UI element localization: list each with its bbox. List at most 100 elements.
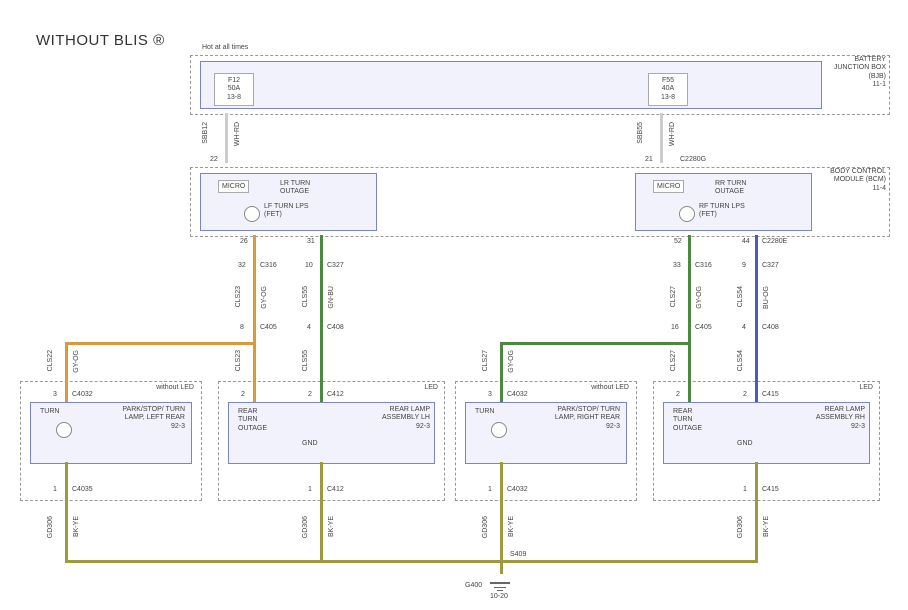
w-box4-in2 bbox=[755, 381, 758, 402]
gd1: GD306 bbox=[47, 516, 55, 538]
gnd4 bbox=[755, 462, 758, 562]
p16: 16 bbox=[671, 324, 679, 332]
c316l: C316 bbox=[260, 262, 277, 270]
splice-l-v1 bbox=[65, 342, 68, 381]
pin-31: 31 bbox=[307, 238, 315, 246]
gyog-b: GY-OG bbox=[696, 286, 704, 309]
c327r: C327 bbox=[762, 262, 779, 270]
ground-symbol-icon bbox=[490, 582, 510, 584]
w-box4-in1 bbox=[688, 381, 691, 402]
splice-r-h bbox=[500, 342, 690, 345]
w-box2-in1 bbox=[253, 381, 256, 402]
box3-turn: TURN bbox=[475, 408, 494, 416]
gnd2 bbox=[320, 462, 323, 562]
s409: S409 bbox=[510, 551, 526, 559]
box2-b: GND bbox=[302, 440, 318, 448]
box1-bulb-icon bbox=[56, 422, 72, 438]
pin-26: 26 bbox=[240, 238, 248, 246]
p2b: 2 bbox=[743, 391, 747, 399]
box3-name: PARK/STOP/ TURN LAMP, RIGHT REAR92-3 bbox=[545, 406, 620, 431]
w-box3-in bbox=[500, 381, 503, 402]
lbl-sbb12: SBB12 bbox=[202, 122, 210, 144]
splice-r-v1 bbox=[500, 342, 503, 381]
lbl-whrd1: WH-RD bbox=[234, 122, 242, 146]
gd2: GD306 bbox=[302, 516, 310, 538]
fuse-f55: F5540A13-8 bbox=[648, 73, 688, 106]
w44 bbox=[755, 235, 758, 332]
gd3: GD306 bbox=[482, 516, 490, 538]
p33: 33 bbox=[673, 262, 681, 270]
p1b: 1 bbox=[308, 486, 312, 494]
c412b: C412 bbox=[327, 486, 344, 494]
p32: 32 bbox=[238, 262, 246, 270]
diagram-title: WITHOUT BLIS ® bbox=[36, 32, 165, 49]
box2-a: REAR TURN OUTAGE bbox=[238, 408, 278, 433]
gnd-bus bbox=[65, 560, 758, 563]
c408l: C408 bbox=[327, 324, 344, 332]
bkye2: BK-YE bbox=[328, 516, 336, 537]
lbl-sbb55: SBB55 bbox=[637, 122, 645, 144]
splice-r-v2 bbox=[688, 332, 691, 381]
w-box1-in bbox=[65, 381, 68, 402]
micro-l: MICRO bbox=[218, 180, 249, 193]
c4032b: C4032 bbox=[507, 391, 528, 399]
lf-turn: LF TURN LPS (FET) bbox=[264, 203, 314, 220]
c2280g: C2280G bbox=[680, 156, 706, 164]
c408r: C408 bbox=[762, 324, 779, 332]
p9: 9 bbox=[742, 262, 746, 270]
bkye1: BK-YE bbox=[73, 516, 81, 537]
w31 bbox=[320, 235, 323, 332]
box4-name: REAR LAMP ASSEMBLY RH92-3 bbox=[795, 406, 865, 431]
box1-ledno: without LED bbox=[144, 384, 194, 392]
p1a: 1 bbox=[53, 486, 57, 494]
cls23-b: CLS23 bbox=[235, 350, 243, 371]
w-box2-in2 bbox=[320, 381, 323, 402]
c4032c: C4032 bbox=[507, 486, 528, 494]
wire-f12-down bbox=[225, 113, 228, 163]
gnbu-a: GN-BU bbox=[328, 286, 336, 309]
pin-22: 22 bbox=[210, 156, 218, 164]
p3a: 3 bbox=[53, 391, 57, 399]
pin-21: 21 bbox=[645, 156, 653, 164]
pin-44: 44 bbox=[742, 238, 750, 246]
bcm-label: BODY CONTROL MODULE (BCM)11-4 bbox=[826, 168, 886, 193]
c412a: C412 bbox=[327, 391, 344, 399]
lf-fet-icon bbox=[244, 206, 260, 222]
g400ref: 10-20 bbox=[490, 593, 508, 601]
splice-r-v3 bbox=[755, 332, 758, 381]
splice-l-v2 bbox=[253, 332, 256, 381]
pin-52: 52 bbox=[674, 238, 682, 246]
gd4: GD306 bbox=[737, 516, 745, 538]
bkye3: BK-YE bbox=[508, 516, 516, 537]
cls23-a: CLS23 bbox=[235, 286, 243, 307]
w52 bbox=[688, 235, 691, 332]
gnd1 bbox=[65, 462, 68, 562]
splice-l-h bbox=[65, 342, 255, 345]
box2-name: REAR LAMP ASSEMBLY LH92-3 bbox=[360, 406, 430, 431]
box1-turn: TURN bbox=[40, 408, 59, 416]
gyog-a: GY-OG bbox=[261, 286, 269, 309]
bkye4: BK-YE bbox=[763, 516, 771, 537]
buog-a: BU-OG bbox=[763, 286, 771, 309]
p2b-l: 2 bbox=[676, 391, 680, 399]
lr-turn: LR TURN OUTAGE bbox=[280, 180, 330, 197]
c4035: C4035 bbox=[72, 486, 93, 494]
c405l: C405 bbox=[260, 324, 277, 332]
p4r: 4 bbox=[742, 324, 746, 332]
w26 bbox=[253, 235, 256, 332]
wire-f55-down bbox=[660, 113, 663, 163]
cls22: CLS22 bbox=[47, 350, 55, 371]
p1d: 1 bbox=[743, 486, 747, 494]
cls54-b: CLS54 bbox=[737, 350, 745, 371]
bjb-label: BATTERY JUNCTION BOX (BJB)11-1 bbox=[826, 56, 886, 90]
lbl-whrd2: WH-RD bbox=[669, 122, 677, 146]
c415d: C415 bbox=[762, 486, 779, 494]
rf-turn: RF TURN LPS (FET) bbox=[699, 203, 749, 220]
p10: 10 bbox=[305, 262, 313, 270]
cls54-a: CLS54 bbox=[737, 286, 745, 307]
p2a: 2 bbox=[308, 391, 312, 399]
box2-led: LED bbox=[416, 384, 438, 392]
rr-turn: RR TURN OUTAGE bbox=[715, 180, 765, 197]
box3-ledno: without LED bbox=[579, 384, 629, 392]
c316r: C316 bbox=[695, 262, 712, 270]
